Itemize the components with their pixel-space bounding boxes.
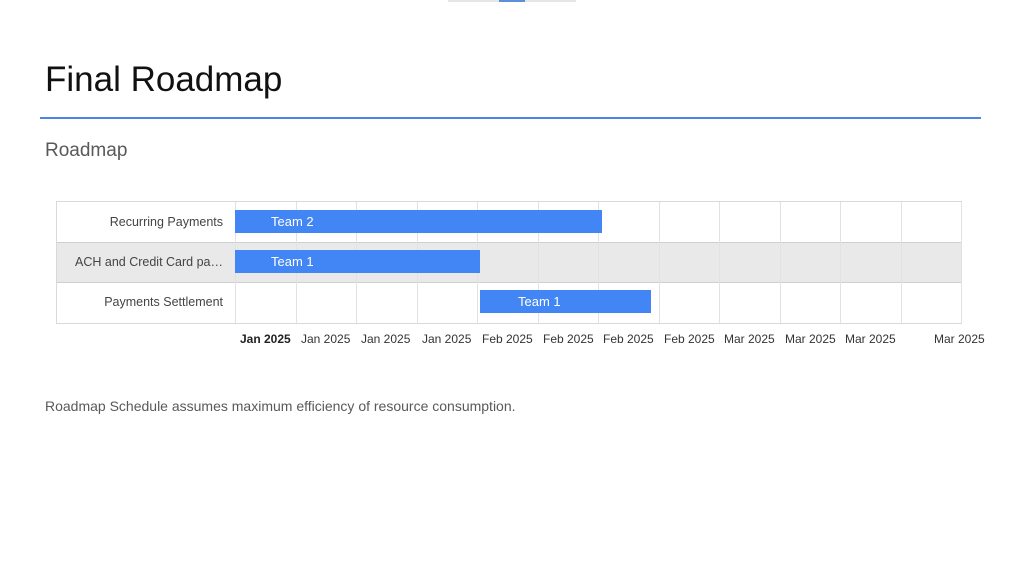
title-underline (40, 117, 981, 119)
gantt-grid-line (961, 202, 962, 323)
slide-title: Final Roadmap (45, 60, 283, 99)
gantt-row-label: Payments Settlement (104, 295, 223, 309)
gantt-tick-label: Jan 2025 (301, 332, 351, 346)
gantt-tick-label: Mar 2025 (934, 332, 985, 346)
gantt-row-label: ACH and Credit Card pa… (75, 255, 223, 269)
gantt-tick-label: Jan 2025 (361, 332, 411, 346)
gantt-tick-label: Feb 2025 (603, 332, 654, 346)
slide-subtitle: Roadmap (45, 140, 128, 161)
gantt-tick-label: Feb 2025 (482, 332, 533, 346)
gantt-row-divider (57, 282, 961, 283)
gantt-bar[interactable]: Team 2 (235, 210, 602, 233)
gantt-bar[interactable]: Team 1 (235, 250, 480, 273)
slide: Final Roadmap Roadmap Recurring Payments… (0, 0, 1024, 576)
gantt-row-label: Recurring Payments (109, 215, 223, 229)
gantt-grid-line (840, 202, 841, 323)
gantt-row-divider (57, 242, 961, 243)
gantt-tick-label: Feb 2025 (543, 332, 594, 346)
gantt-grid-line (719, 202, 720, 323)
gantt-tick-label: Mar 2025 (845, 332, 896, 346)
gantt-tick-label: Feb 2025 (664, 332, 715, 346)
gantt-tick-label: Jan 2025 (240, 332, 291, 346)
gantt-grid-line (901, 202, 902, 323)
gantt-tick-label: Mar 2025 (724, 332, 775, 346)
footnote: Roadmap Schedule assumes maximum efficie… (45, 398, 516, 414)
gantt-tick-label: Mar 2025 (785, 332, 836, 346)
gantt-chart: Recurring Payments ACH and Credit Card pa… (56, 201, 962, 324)
gantt-grid-line (780, 202, 781, 323)
gantt-tick-label: Jan 2025 (422, 332, 472, 346)
gantt-bar[interactable]: Team 1 (480, 290, 651, 313)
gantt-grid-line (659, 202, 660, 323)
top-tab-indicator (499, 0, 525, 2)
